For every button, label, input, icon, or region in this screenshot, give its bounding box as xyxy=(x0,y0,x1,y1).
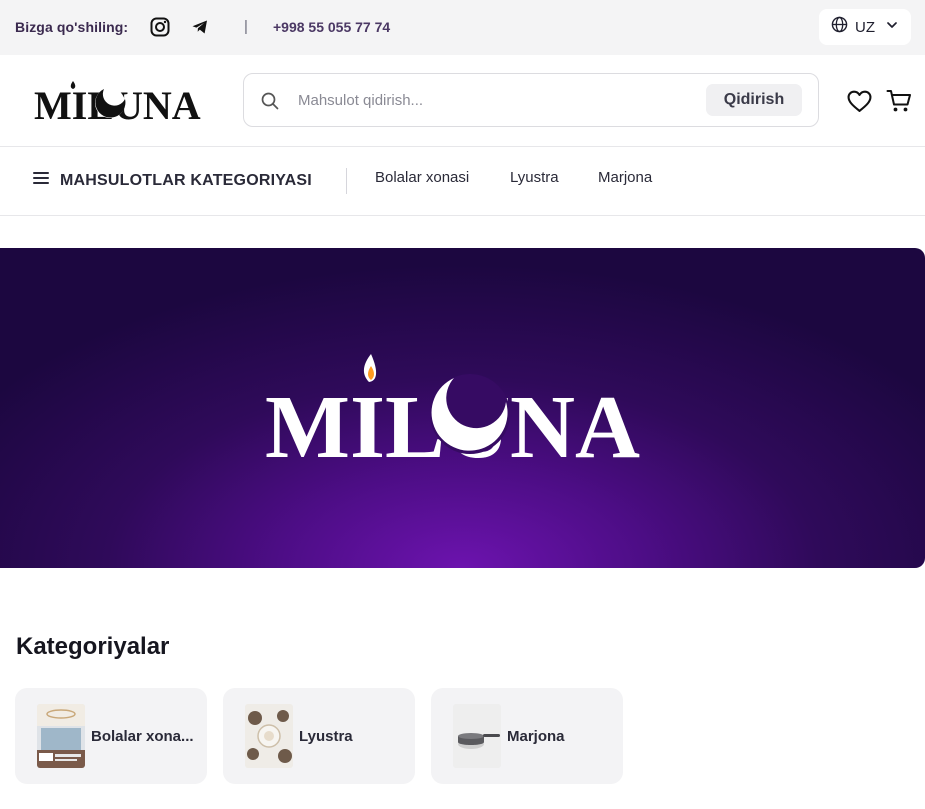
categories-menu-label: MAHSULOTLAR KATEGORIYASI xyxy=(60,171,312,189)
category-thumbnail xyxy=(245,704,293,768)
cart-icon[interactable] xyxy=(886,88,912,114)
category-thumbnail xyxy=(453,704,501,768)
hero-logo: MILUNA xyxy=(265,354,640,464)
category-thumbnail xyxy=(37,704,85,768)
topbar-separator: | xyxy=(244,18,248,35)
instagram-icon[interactable] xyxy=(149,16,171,38)
nav-link-marjona[interactable]: Marjona xyxy=(598,169,652,186)
heart-icon[interactable] xyxy=(846,88,872,114)
nav-link-bolalar-xonasi[interactable]: Bolalar xonasi xyxy=(375,169,469,186)
category-card-bolalar-xonasi[interactable]: Bolalar xona... xyxy=(15,688,207,784)
category-name: Bolalar xona... xyxy=(91,728,194,745)
category-nav: MAHSULOTLAR KATEGORIYASI Bolalar xonasi … xyxy=(0,147,925,216)
search-input[interactable] xyxy=(298,85,698,115)
language-code: UZ xyxy=(855,18,875,36)
category-card-marjona[interactable]: Marjona xyxy=(431,688,623,784)
globe-icon xyxy=(831,16,848,38)
main-header: MILUNA Qidirish xyxy=(0,55,925,147)
category-name: Lyustra xyxy=(299,728,353,745)
search-icon xyxy=(260,91,280,111)
menu-icon xyxy=(33,171,50,190)
nav-divider xyxy=(346,168,347,194)
language-selector[interactable]: UZ xyxy=(819,9,911,45)
hero-banner[interactable]: MILUNA xyxy=(0,248,925,568)
search-bar: Qidirish xyxy=(243,73,819,127)
chevron-down-icon xyxy=(886,18,898,36)
phone-number[interactable]: +998 55 055 77 74 xyxy=(273,19,390,35)
category-card-lyustra[interactable]: Lyustra xyxy=(223,688,415,784)
nav-link-lyustra[interactable]: Lyustra xyxy=(510,169,559,186)
telegram-icon[interactable] xyxy=(189,16,211,38)
categories-title: Kategoriyalar xyxy=(16,633,170,660)
category-name: Marjona xyxy=(507,728,565,745)
top-bar: Bizga qo'shiling: | +998 55 055 77 74 UZ xyxy=(0,0,925,55)
follow-us-label: Bizga qo'shiling: xyxy=(15,19,129,35)
search-button[interactable]: Qidirish xyxy=(706,84,802,116)
categories-menu-button[interactable]: MAHSULOTLAR KATEGORIYASI xyxy=(33,171,312,190)
